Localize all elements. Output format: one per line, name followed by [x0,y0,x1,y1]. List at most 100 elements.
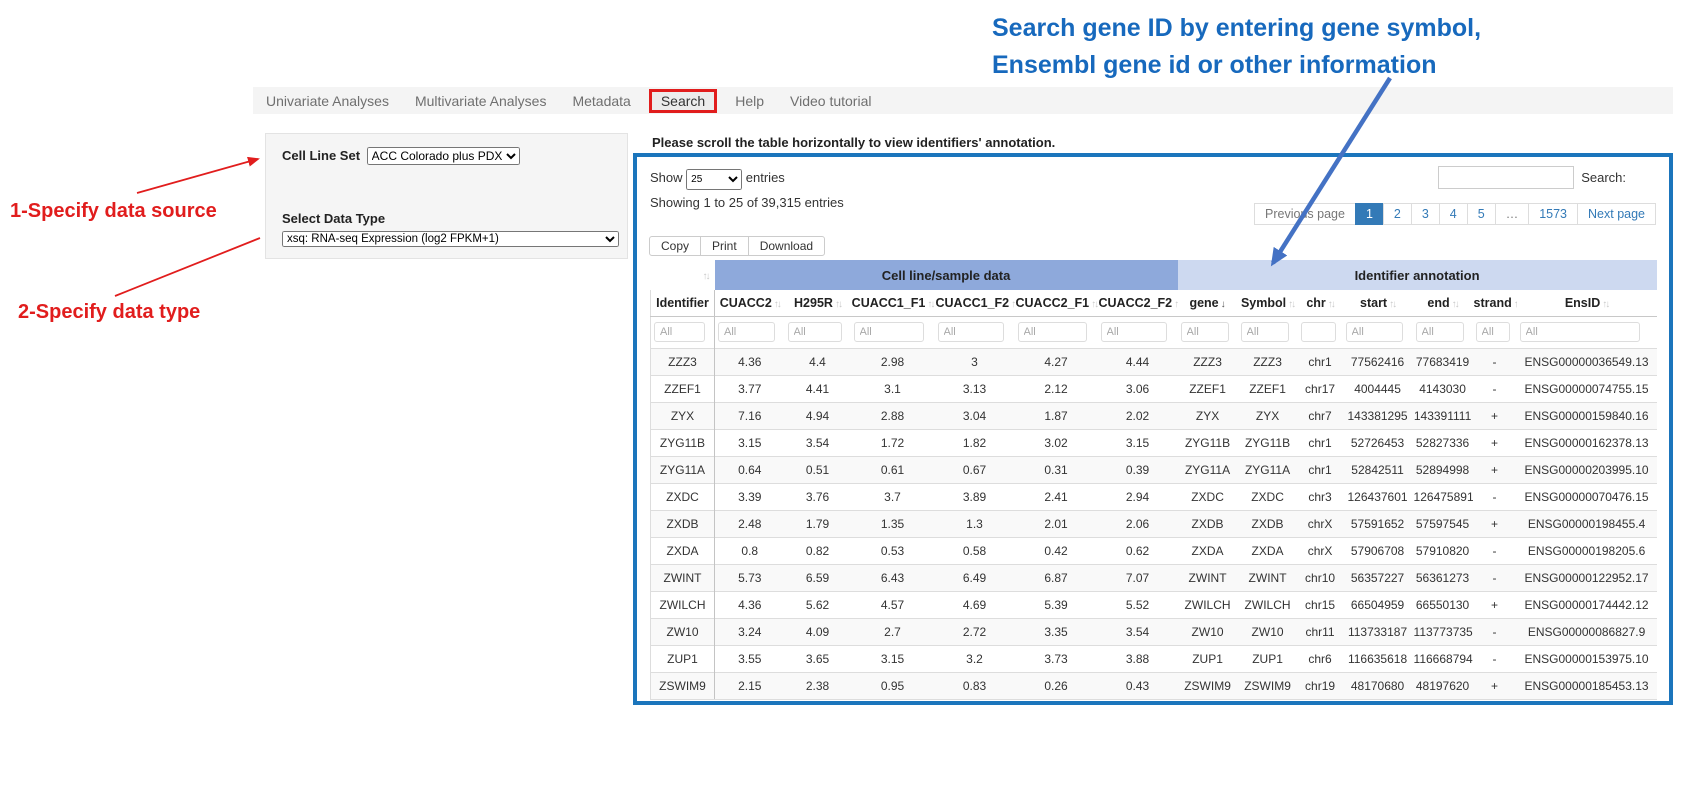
nav-item-search[interactable]: Search [649,89,717,113]
cell-strand: - [1473,484,1517,511]
column-header-cuacc2-f1[interactable]: CUACC2_F1↑↓ [1015,290,1098,317]
pagination-page-3[interactable]: 3 [1411,203,1440,225]
table-row: ZXDA0.80.820.530.580.420.62ZXDAZXDAchrX5… [651,538,1657,565]
annotation-search-note: Search gene ID by entering gene symbol, … [992,10,1481,84]
column-label: CUACC2 [720,296,772,310]
column-header-cuacc2[interactable]: CUACC2↑↓ [715,290,785,317]
sort-icon-active: ↓ [1221,299,1226,310]
cell-identifier: ZYG11B [651,430,715,457]
print-button[interactable]: Print [700,236,749,256]
filter-input-chr[interactable] [1301,322,1336,342]
filter-input-cuacc1-f1[interactable] [854,322,924,342]
table-row: ZYG11B3.153.541.721.823.023.15ZYG11BZYG1… [651,430,1657,457]
cell-gene: ZXDA [1178,538,1238,565]
pagination-previous-button[interactable]: Previous page [1254,203,1356,225]
cell-symbol: ZXDB [1238,511,1298,538]
column-header-strand[interactable]: strand↑↓ [1473,290,1517,317]
filter-input-ensid[interactable] [1520,322,1641,342]
nav-item-univariate-analyses[interactable]: Univariate Analyses [253,93,402,109]
cell-cuacc1-f2: 3.04 [935,403,1015,430]
cell-chr: chr6 [1298,646,1343,673]
column-header-chr[interactable]: chr↑↓ [1298,290,1343,317]
column-header-identifier[interactable]: Identifier [651,290,715,317]
cell-gene: ZYG11B [1178,430,1238,457]
pagination-page-2[interactable]: 2 [1383,203,1412,225]
filter-input-strand[interactable] [1476,322,1510,342]
cell-cuacc1-f1: 2.7 [851,619,935,646]
cell-ensid: ENSG00000185453.13 [1517,673,1657,700]
nav-item-help[interactable]: Help [722,93,777,109]
cell-h295r: 6.59 [785,565,851,592]
copy-button[interactable]: Copy [649,236,701,256]
pagination-page-4[interactable]: 4 [1439,203,1468,225]
navbar: Univariate AnalysesMultivariate Analyses… [253,87,1673,114]
column-label: end [1427,296,1449,310]
nav-item-metadata[interactable]: Metadata [559,93,643,109]
column-header-h295r[interactable]: H295R↑↓ [785,290,851,317]
table-panel: Show 25 entries Search: Showing 1 to 25 … [633,153,1673,705]
filter-input-cuacc2-f1[interactable] [1018,322,1087,342]
cell-identifier: ZXDC [651,484,715,511]
red-arrow-1 [137,159,258,193]
cell-start: 57591652 [1343,511,1413,538]
cell-cuacc2-f1: 0.26 [1015,673,1098,700]
cell-cuacc2-f2: 3.54 [1098,619,1178,646]
nav-item-multivariate-analyses[interactable]: Multivariate Analyses [402,93,560,109]
cell-end: 56361273 [1413,565,1473,592]
cell-cuacc2: 0.8 [715,538,785,565]
column-header-gene[interactable]: gene↓ [1178,290,1238,317]
cell-gene: ZXDB [1178,511,1238,538]
sort-icon: ↑↓ [703,271,709,282]
pagination-ellipsis[interactable]: … [1495,203,1530,225]
cell-h295r: 4.94 [785,403,851,430]
cell-h295r: 0.82 [785,538,851,565]
entries-label: entries [746,170,785,185]
pagination-page-5[interactable]: 5 [1467,203,1496,225]
filter-input-h295r[interactable] [788,322,842,342]
filter-input-symbol[interactable] [1241,322,1290,342]
column-header-start[interactable]: start↑↓ [1343,290,1413,317]
filter-input-cuacc1-f2[interactable] [938,322,1005,342]
table-row: ZW103.244.092.72.723.353.54ZW10ZW10chr11… [651,619,1657,646]
cell-cuacc1-f2: 1.3 [935,511,1015,538]
identifier-group-cell[interactable]: ↑↓ [651,260,715,290]
cell-identifier: ZZZ3 [651,349,715,376]
column-header-cuacc2-f2[interactable]: CUACC2_F2↑↓ [1098,290,1178,317]
filter-input-identifier[interactable] [654,322,705,342]
page-length-select[interactable]: 25 [686,169,742,190]
column-header-ensid[interactable]: EnsID↑↓ [1517,290,1657,317]
red-arrow-2 [115,238,260,296]
filter-input-start[interactable] [1346,322,1404,342]
column-header-symbol[interactable]: Symbol↑↓ [1238,290,1298,317]
filter-input-cuacc2[interactable] [718,322,775,342]
data-type-select[interactable]: xsq: RNA-seq Expression (log2 FPKM+1) [282,231,619,247]
column-header-cuacc1-f1[interactable]: CUACC1_F1↑↓ [851,290,935,317]
cell-h295r: 4.41 [785,376,851,403]
filter-input-cuacc2-f2[interactable] [1101,322,1168,342]
cell-ensid: ENSG00000174442.12 [1517,592,1657,619]
cell-h295r: 3.76 [785,484,851,511]
cell-end: 57910820 [1413,538,1473,565]
pagination-page-1[interactable]: 1 [1355,203,1384,225]
cell-chr: chrX [1298,538,1343,565]
pagination-next-button[interactable]: Next page [1577,203,1656,225]
sort-icon: ↑↓ [1602,299,1608,310]
cell-chr: chr7 [1298,403,1343,430]
nav-item-video-tutorial[interactable]: Video tutorial [777,93,884,109]
column-header-cuacc1-f2[interactable]: CUACC1_F2↑↓ [935,290,1015,317]
download-button[interactable]: Download [748,236,825,256]
cell-start: 56357227 [1343,565,1413,592]
cell-cuacc2-f2: 0.39 [1098,457,1178,484]
table-search-input[interactable] [1438,166,1574,189]
column-header-end[interactable]: end↑↓ [1413,290,1473,317]
filter-input-gene[interactable] [1181,322,1230,342]
column-label: CUACC1_F1 [852,296,926,310]
show-label: Show [650,170,683,185]
cell-cuacc2: 2.48 [715,511,785,538]
pagination-page-1573[interactable]: 1573 [1528,203,1578,225]
cell-line-set-select[interactable]: ACC Colorado plus PDX [367,147,520,165]
filter-input-end[interactable] [1416,322,1465,342]
cell-cuacc1-f1: 0.95 [851,673,935,700]
cell-start: 143381295 [1343,403,1413,430]
column-label: Symbol [1241,296,1286,310]
